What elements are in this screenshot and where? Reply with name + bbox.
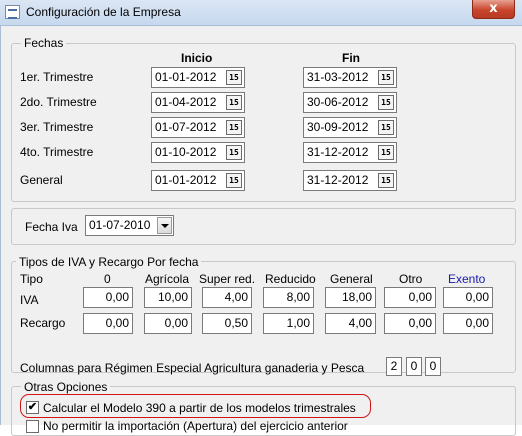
otras-opciones-legend: Otras Opciones	[21, 380, 111, 394]
row-label-recargo: Recargo	[20, 316, 66, 330]
close-button[interactable]: x	[472, 0, 515, 19]
row-label-trim3: 3er. Trimestre	[20, 120, 94, 134]
header-reducido: Reducido	[265, 272, 316, 286]
recargo-agricola-input[interactable]: 0,00	[144, 313, 192, 334]
calendar-icon[interactable]: 15	[226, 145, 242, 160]
calendar-icon[interactable]: 15	[378, 145, 394, 160]
header-tipo: Tipo	[20, 272, 43, 286]
calendar-icon[interactable]: 15	[378, 70, 394, 85]
opt-apertura-checkbox[interactable]	[26, 420, 39, 433]
calendar-icon[interactable]: 15	[378, 95, 394, 110]
header-0: 0	[104, 272, 111, 286]
app-window-icon	[5, 5, 20, 19]
trim1-inicio-input[interactable]: 01-01-2012 15	[151, 67, 245, 88]
recargo-general-input[interactable]: 4,00	[325, 313, 376, 334]
recargo-reducido-input[interactable]: 1,00	[263, 313, 314, 334]
header-otro: Otro	[399, 272, 423, 286]
iva-reducido-input[interactable]: 8,00	[263, 287, 314, 308]
fecha-iva-label: Fecha Iva	[25, 220, 78, 234]
calendar-icon[interactable]: 15	[378, 120, 394, 135]
recargo-super-red-input[interactable]: 0,50	[202, 313, 252, 334]
columnas-input-2[interactable]: 0	[406, 357, 422, 376]
row-label-general: General	[20, 173, 63, 187]
annotation-highlight	[20, 394, 371, 418]
fecha-iva-select[interactable]: 01-07-2010	[85, 215, 174, 236]
chevron-down-icon[interactable]	[157, 217, 172, 234]
col-inicio-header: Inicio	[181, 51, 213, 65]
calendar-icon[interactable]: 15	[226, 70, 242, 85]
header-general: General	[330, 272, 373, 286]
calendar-icon[interactable]: 15	[378, 173, 394, 188]
row-label-iva: IVA	[20, 293, 39, 307]
iva-0-input[interactable]: 0,00	[83, 287, 133, 308]
trim3-inicio-input[interactable]: 01-07-2012 15	[151, 117, 245, 138]
iva-super-red-input[interactable]: 4,00	[202, 287, 252, 308]
row-label-trim1: 1er. Trimestre	[20, 70, 94, 84]
header-exento: Exento	[448, 272, 486, 286]
iva-exento-input[interactable]: 0,00	[443, 287, 493, 308]
recargo-exento-input[interactable]: 0,00	[443, 313, 493, 334]
trim2-inicio-input[interactable]: 01-04-2012 15	[151, 92, 245, 113]
columnas-label: Columnas para Régimen Especial Agricultu…	[20, 361, 365, 375]
recargo-0-input[interactable]: 0,00	[83, 313, 133, 334]
opt-apertura-label[interactable]: No permitir la importación (Apertura) de…	[43, 419, 348, 433]
trim3-fin-input[interactable]: 30-09-2012 15	[303, 117, 397, 138]
recargo-otro-input[interactable]: 0,00	[384, 313, 436, 334]
row-label-trim4: 4to. Trimestre	[20, 145, 94, 159]
col-fin-header: Fin	[342, 51, 360, 65]
columnas-input-1[interactable]: 2	[386, 357, 402, 376]
iva-general-input[interactable]: 18,00	[325, 287, 376, 308]
trim2-fin-input[interactable]: 30-06-2012 15	[303, 92, 397, 113]
trim4-inicio-input[interactable]: 01-10-2012 15	[151, 142, 245, 163]
window-title: Configuración de la Empresa	[26, 5, 181, 19]
title-bar: Configuración de la Empresa x	[0, 0, 522, 26]
iva-agricola-input[interactable]: 10,00	[144, 287, 192, 308]
calendar-icon[interactable]: 15	[226, 95, 242, 110]
row-label-trim2: 2do. Trimestre	[20, 95, 97, 109]
general-inicio-input[interactable]: 01-01-2012 15	[151, 170, 245, 191]
header-agricola: Agrícola	[145, 272, 190, 286]
calendar-icon[interactable]: 15	[226, 120, 242, 135]
calendar-icon[interactable]: 15	[226, 173, 242, 188]
tipos-legend: Tipos de IVA y Recargo Por fecha	[16, 255, 202, 269]
header-super-red: Super red.	[199, 272, 256, 286]
trim1-fin-input[interactable]: 31-03-2012 15	[303, 67, 397, 88]
trim4-fin-input[interactable]: 31-12-2012 15	[303, 142, 397, 163]
columnas-input-3[interactable]: 0	[425, 357, 441, 376]
fechas-legend: Fechas	[21, 36, 67, 50]
general-fin-input[interactable]: 31-12-2012 15	[303, 170, 397, 191]
iva-otro-input[interactable]: 0,00	[384, 287, 436, 308]
